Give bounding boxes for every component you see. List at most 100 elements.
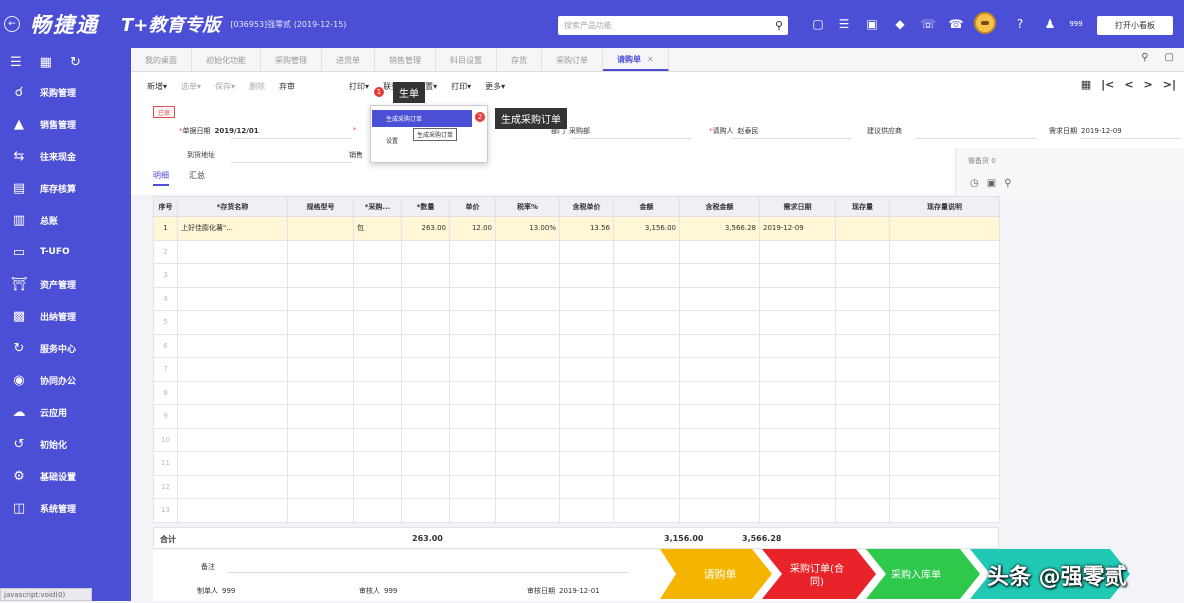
table-cell[interactable] [889, 310, 1000, 335]
table-cell[interactable] [353, 451, 402, 476]
table-cell[interactable] [679, 239, 760, 264]
table-cell[interactable] [495, 427, 560, 452]
table-cell[interactable] [889, 498, 1000, 523]
table-cell[interactable] [401, 404, 450, 429]
table-cell[interactable] [679, 380, 760, 405]
table-cell[interactable] [287, 333, 354, 358]
table-cell[interactable] [679, 333, 760, 358]
table-cell[interactable] [835, 239, 890, 264]
fullscreen-icon[interactable]: ▢ [1165, 52, 1174, 63]
tab-receipt[interactable]: 进货单 [322, 49, 375, 71]
column-header[interactable]: 单价 [449, 196, 496, 217]
table-cell[interactable] [495, 263, 560, 288]
table-cell[interactable] [835, 404, 890, 429]
table-cell[interactable] [177, 357, 288, 382]
table-cell[interactable]: 13.56 [559, 216, 614, 241]
table-cell[interactable] [449, 380, 496, 405]
table-cell[interactable] [679, 310, 760, 335]
table-cell[interactable] [889, 474, 1000, 499]
table-cell[interactable] [177, 380, 288, 405]
table-cell[interactable] [613, 333, 680, 358]
tab-sales[interactable]: 销售管理 [375, 49, 436, 71]
table-cell[interactable] [613, 263, 680, 288]
table-cell[interactable] [679, 286, 760, 311]
table-row[interactable]: 10 [153, 427, 1000, 452]
column-header[interactable]: 现存量 [835, 196, 890, 217]
column-header[interactable]: 含税金额 [679, 196, 760, 217]
table-cell[interactable] [449, 286, 496, 311]
table-cell[interactable] [679, 474, 760, 499]
tab-accounts[interactable]: 科目设置 [436, 49, 497, 71]
table-cell[interactable] [287, 286, 354, 311]
layout-icon[interactable]: ▦ [1081, 78, 1091, 91]
column-header[interactable]: *采购... [353, 196, 402, 217]
table-row[interactable]: 13 [153, 498, 1000, 523]
table-row[interactable]: 1 上好佳膨化薯"... 包 263.00 12.00 13.00% 13.56 3,156.… [153, 216, 1000, 241]
table-cell[interactable] [287, 239, 354, 264]
table-cell[interactable] [679, 404, 760, 429]
date-field[interactable]: *单据日期 2019/12/01 [179, 126, 259, 136]
table-cell[interactable] [287, 404, 354, 429]
unaudit-button[interactable]: 弃审 [279, 81, 295, 92]
table-cell[interactable] [835, 474, 890, 499]
table-cell[interactable] [889, 451, 1000, 476]
table-cell[interactable] [559, 263, 614, 288]
table-cell[interactable] [759, 357, 836, 382]
table-cell[interactable] [559, 427, 614, 452]
table-cell[interactable] [835, 286, 890, 311]
table-cell[interactable] [679, 451, 760, 476]
sidebar-item-system[interactable]: ◫ 系统管理 [0, 492, 131, 524]
table-row[interactable]: 12 [153, 474, 1000, 499]
table-cell[interactable] [613, 310, 680, 335]
table-cell[interactable] [177, 239, 288, 264]
table-cell[interactable] [177, 474, 288, 499]
tab-stock[interactable]: 存货 [497, 49, 542, 71]
sidebar-item-purchase[interactable]: ☌ 采购管理 [0, 76, 131, 108]
table-cell[interactable]: 3,566.28 [679, 216, 760, 241]
table-cell[interactable] [449, 404, 496, 429]
list-icon[interactable]: ☰ [834, 14, 854, 34]
table-cell[interactable] [177, 286, 288, 311]
table-cell[interactable] [495, 333, 560, 358]
more-button[interactable]: 更多▾ [485, 81, 505, 92]
table-cell[interactable] [353, 498, 402, 523]
table-cell[interactable] [449, 239, 496, 264]
column-header[interactable]: 需求日期 [759, 196, 836, 217]
back-icon[interactable]: ← [4, 16, 20, 32]
table-cell[interactable] [353, 357, 402, 382]
search-tab-icon[interactable]: ⚲ [1141, 52, 1148, 63]
table-cell[interactable] [287, 427, 354, 452]
table-cell[interactable] [495, 451, 560, 476]
table-cell[interactable] [759, 404, 836, 429]
table-cell[interactable] [449, 474, 496, 499]
table-cell[interactable] [759, 286, 836, 311]
table-cell[interactable] [559, 451, 614, 476]
table-cell[interactable] [889, 263, 1000, 288]
table-cell[interactable] [613, 427, 680, 452]
table-cell[interactable] [613, 498, 680, 523]
grid-icon[interactable]: ▦ [40, 55, 52, 70]
sidebar-item-basic-settings[interactable]: ⚙ 基础设置 [0, 460, 131, 492]
column-header[interactable]: 金额 [613, 196, 680, 217]
sidebar-item-sales[interactable]: ▲ 销售管理 [0, 108, 131, 140]
tab-purchase-order[interactable]: 采购订单 [542, 49, 603, 71]
sidebar-item-office[interactable]: ◉ 协同办公 [0, 364, 131, 396]
table-cell[interactable]: 12.00 [449, 216, 496, 241]
tab-init[interactable]: 初始化功能 [192, 49, 261, 71]
table-cell[interactable] [287, 310, 354, 335]
print-button[interactable]: 打印▾ [451, 81, 471, 92]
table-cell[interactable] [835, 310, 890, 335]
table-cell[interactable] [495, 310, 560, 335]
sidebar-item-ledger[interactable]: ▥ 总账 [0, 204, 131, 236]
sales-field[interactable]: 销售 [349, 150, 363, 160]
table-cell[interactable] [353, 474, 402, 499]
column-header[interactable]: *存货名称 [177, 196, 288, 217]
need-date-field[interactable]: 需求日期 2019-12-09 [1049, 126, 1122, 136]
phone-icon[interactable]: ☎ [946, 14, 966, 34]
tab-detail[interactable]: 明细 [153, 170, 169, 186]
table-cell[interactable]: 3,156.00 [613, 216, 680, 241]
table-cell[interactable]: 13.00% [495, 216, 560, 241]
headset-icon[interactable]: ☏ [918, 14, 938, 34]
table-cell[interactable] [287, 263, 354, 288]
table-cell[interactable] [287, 451, 354, 476]
